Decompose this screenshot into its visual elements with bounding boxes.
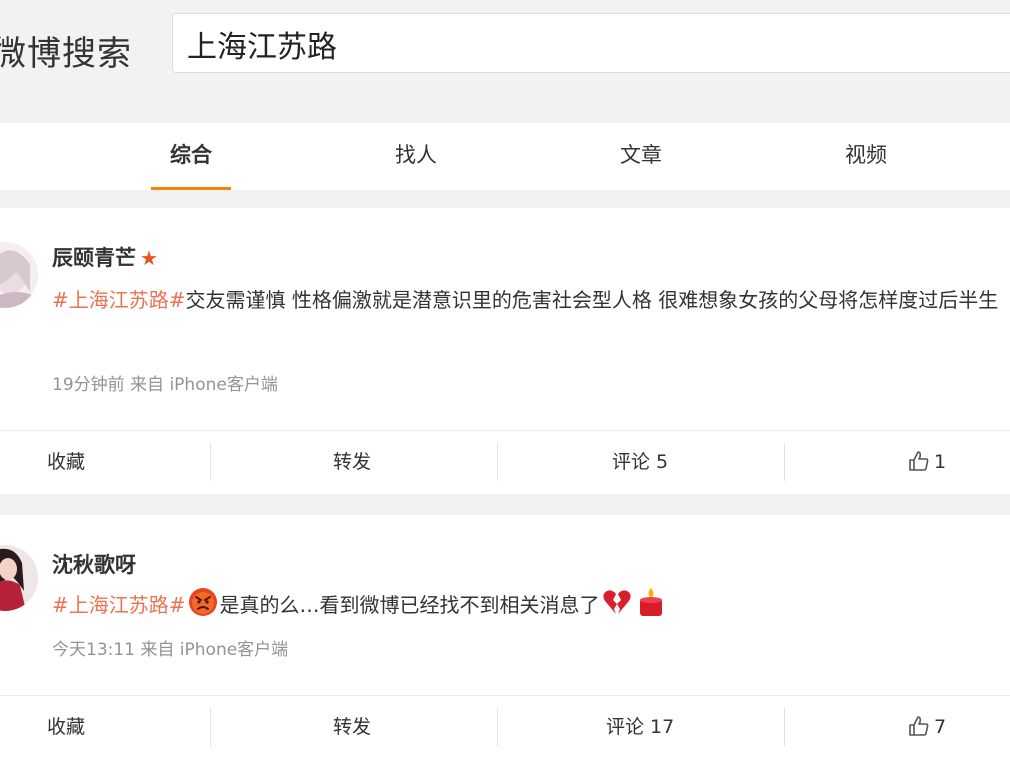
thumbs-up-icon <box>909 451 929 471</box>
action-divider <box>497 708 498 746</box>
action-divider <box>497 443 498 481</box>
star-icon: ★ <box>140 246 158 270</box>
post-meta: 今天13:11 来自 iPhone客户端 <box>52 640 289 660</box>
repost-button[interactable]: 转发 <box>333 696 371 758</box>
tab-label: 视频 <box>845 143 887 167</box>
favorite-button[interactable]: 收藏 <box>47 696 85 758</box>
post-content: #上海江苏路#交友需谨慎 性格偏激就是潜意识里的危害社会型人格 很难想象女孩的父… <box>52 280 1010 320</box>
candle-icon <box>639 588 662 616</box>
post-card: 辰颐青芒 ★ #上海江苏路#交友需谨慎 性格偏激就是潜意识里的危害社会型人格 很难… <box>0 208 1010 494</box>
tab-label: 找人 <box>395 143 437 167</box>
post-username[interactable]: 沈秋歌呀 <box>52 549 136 579</box>
action-divider <box>784 443 785 481</box>
tab-comprehensive[interactable]: 综合 <box>151 123 231 190</box>
like-count: 1 <box>934 451 947 473</box>
post-actions: 收藏 转发 评论 5 1 <box>0 430 1010 493</box>
post-text: 交友需谨慎 性格偏激就是潜意识里的危害社会型人格 很难想象女孩的父母将怎样度过后… <box>185 288 999 312</box>
post-actions: 收藏 转发 评论 17 7 <box>0 695 1010 758</box>
broken-heart-icon <box>602 590 631 614</box>
comment-button[interactable]: 评论 17 <box>606 696 674 758</box>
action-divider <box>784 708 785 746</box>
search-box[interactable] <box>172 13 1010 73</box>
tab-people[interactable]: 找人 <box>376 123 456 190</box>
like-button[interactable]: 7 <box>908 696 946 758</box>
active-tab-indicator <box>151 187 231 190</box>
like-count: 7 <box>934 716 947 738</box>
action-divider <box>210 708 211 746</box>
tab-articles[interactable]: 文章 <box>601 123 681 190</box>
username-text: 沈秋歌呀 <box>52 553 136 577</box>
post-meta: 19分钟前 来自 iPhone客户端 <box>52 375 278 395</box>
hashtag-link[interactable]: #上海江苏路# <box>52 288 186 312</box>
post-text: 是真的么…看到微博已经找不到相关消息了 <box>219 593 600 617</box>
post-username[interactable]: 辰颐青芒 ★ <box>52 242 158 272</box>
post-card: 沈秋歌呀 #上海江苏路# 是真的么…看到微博已经找不到相关消息了 今天13:11… <box>0 515 1010 758</box>
angry-face-icon <box>188 588 217 616</box>
avatar[interactable] <box>0 545 38 611</box>
username-text: 辰颐青芒 <box>52 246 136 270</box>
action-divider <box>210 443 211 481</box>
like-button[interactable]: 1 <box>908 431 946 493</box>
comment-button[interactable]: 评论 5 <box>612 431 668 493</box>
brand-title: 微博搜索 <box>0 34 132 74</box>
tab-label: 文章 <box>620 143 662 167</box>
hashtag-link[interactable]: #上海江苏路# <box>52 593 186 617</box>
thumbs-up-icon <box>909 716 929 736</box>
tab-videos[interactable]: 视频 <box>826 123 906 190</box>
search-input[interactable] <box>187 24 967 64</box>
tab-bar: 综合 找人 文章 视频 <box>0 123 1010 190</box>
search-header: 微博搜索 <box>0 0 1010 120</box>
post-content: #上海江苏路# 是真的么…看到微博已经找不到相关消息了 <box>52 585 1010 625</box>
avatar[interactable] <box>0 242 38 308</box>
tab-label: 综合 <box>170 143 212 167</box>
favorite-button[interactable]: 收藏 <box>47 431 85 493</box>
repost-button[interactable]: 转发 <box>333 431 371 493</box>
